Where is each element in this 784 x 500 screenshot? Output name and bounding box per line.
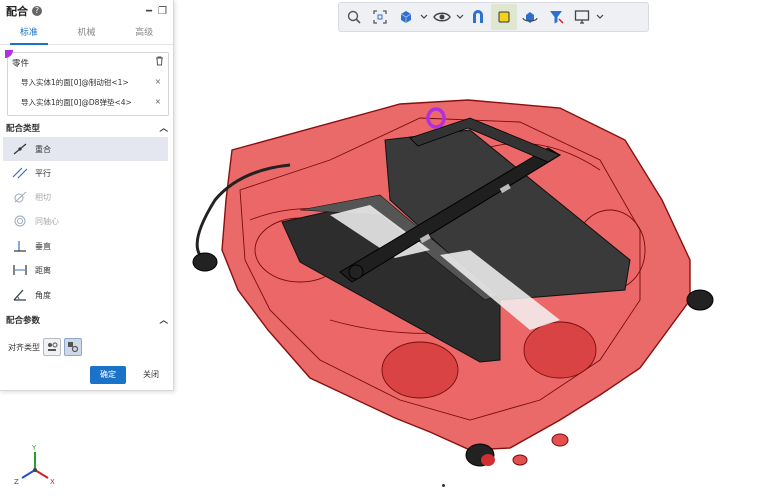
mate-params-label: 配合参数 — [6, 316, 41, 326]
mate-coincident[interactable]: 重合 — [3, 137, 168, 161]
help-icon[interactable]: ? — [32, 6, 42, 16]
view-toolbar — [338, 2, 649, 32]
minimize-icon[interactable]: ━ — [146, 6, 152, 17]
panel-tabs: 标准 机械 高级 — [0, 22, 173, 45]
mate-tangent[interactable]: 相切 — [3, 185, 168, 209]
axis-z-label: Z — [14, 478, 19, 486]
mate-type-section-header[interactable]: 配合类型 ︿ — [6, 122, 168, 134]
display-monitor-icon[interactable] — [569, 4, 595, 30]
mate-distance[interactable]: 距离 — [3, 258, 168, 282]
remove-item-icon[interactable]: × — [155, 77, 161, 86]
brake-caliper-model[interactable] — [180, 90, 740, 485]
list-item[interactable]: 导入实体1的面[0]@制动钳<1> × — [21, 77, 161, 88]
chevron-down-icon[interactable] — [455, 4, 465, 30]
parts-label: 零件 — [12, 59, 30, 69]
mate-label: 重合 — [35, 144, 51, 154]
part-item-label: 导入实体1的面[0]@D8弹垫<4> — [21, 98, 132, 107]
coincident-icon — [9, 143, 31, 155]
mate-label: 角度 — [35, 290, 51, 300]
mate-params-section-header[interactable]: 配合参数 ︿ — [6, 314, 168, 326]
part-item-label: 导入实体1的面[0]@制动钳<1> — [21, 78, 129, 87]
trash-icon[interactable] — [155, 56, 164, 69]
anti-aligned-icon[interactable] — [64, 338, 82, 356]
tab-standard[interactable]: 标准 — [0, 22, 58, 45]
list-item[interactable]: 导入实体1的面[0]@D8弹垫<4> × — [21, 97, 161, 108]
appearance-icon[interactable] — [491, 4, 517, 30]
mate-parallel[interactable]: 平行 — [3, 161, 168, 185]
filter-icon[interactable] — [543, 4, 569, 30]
mate-perpendicular[interactable]: 垂直 — [3, 234, 168, 258]
view-cube-icon[interactable] — [393, 4, 419, 30]
perpendicular-icon — [9, 240, 31, 252]
angle-icon — [9, 289, 31, 301]
chevron-down-icon[interactable] — [595, 4, 605, 30]
zoom-icon[interactable] — [341, 4, 367, 30]
fit-view-icon[interactable] — [367, 4, 393, 30]
parts-selection-box[interactable]: 零件 导入实体1的面[0]@制动钳<1> × 导入实体1的面[0]@D8弹垫<4… — [5, 50, 169, 116]
rotate-view-icon[interactable] — [517, 4, 543, 30]
chevron-down-icon[interactable] — [419, 4, 429, 30]
tangent-icon — [9, 191, 31, 203]
mate-label: 垂直 — [35, 241, 51, 251]
axis-triad: Y X Z — [14, 444, 55, 486]
align-type-row: 对齐类型 — [8, 338, 82, 356]
close-button[interactable]: 关闭 — [134, 366, 168, 384]
panel-title: 配合 — [6, 5, 28, 18]
distance-icon — [9, 264, 31, 276]
tab-advanced[interactable]: 高级 — [115, 22, 173, 44]
mate-panel: 配合 ? ━ ❐ 标准 机械 高级 零件 导入实体1的面[0]@制动钳<1> ×… — [0, 0, 174, 391]
visibility-eye-icon[interactable] — [429, 4, 455, 30]
mate-concentric[interactable]: 同轴心 — [3, 209, 168, 233]
mate-label: 距离 — [35, 265, 51, 275]
panel-header: 配合 ? ━ ❐ — [0, 0, 173, 22]
concentric-icon — [9, 215, 31, 227]
parallel-icon — [9, 167, 31, 179]
page-indicator-dot — [442, 484, 445, 487]
mate-label: 同轴心 — [35, 216, 59, 226]
tab-mechanical[interactable]: 机械 — [58, 22, 116, 44]
restore-icon[interactable]: ❐ — [158, 6, 167, 17]
mate-angle[interactable]: 角度 — [3, 283, 168, 307]
aligned-icon[interactable] — [43, 338, 61, 356]
chevron-up-icon: ︿ — [159, 124, 168, 134]
axis-x-label: X — [50, 478, 55, 486]
section-view-icon[interactable] — [465, 4, 491, 30]
axis-y-label: Y — [31, 444, 37, 452]
mate-type-label: 配合类型 — [6, 124, 41, 134]
chevron-up-icon: ︿ — [159, 316, 168, 326]
mate-label: 相切 — [35, 192, 51, 202]
ok-button[interactable]: 确定 — [90, 366, 126, 384]
align-type-label: 对齐类型 — [8, 342, 40, 352]
mate-label: 平行 — [35, 168, 51, 178]
remove-item-icon[interactable]: × — [155, 97, 161, 106]
